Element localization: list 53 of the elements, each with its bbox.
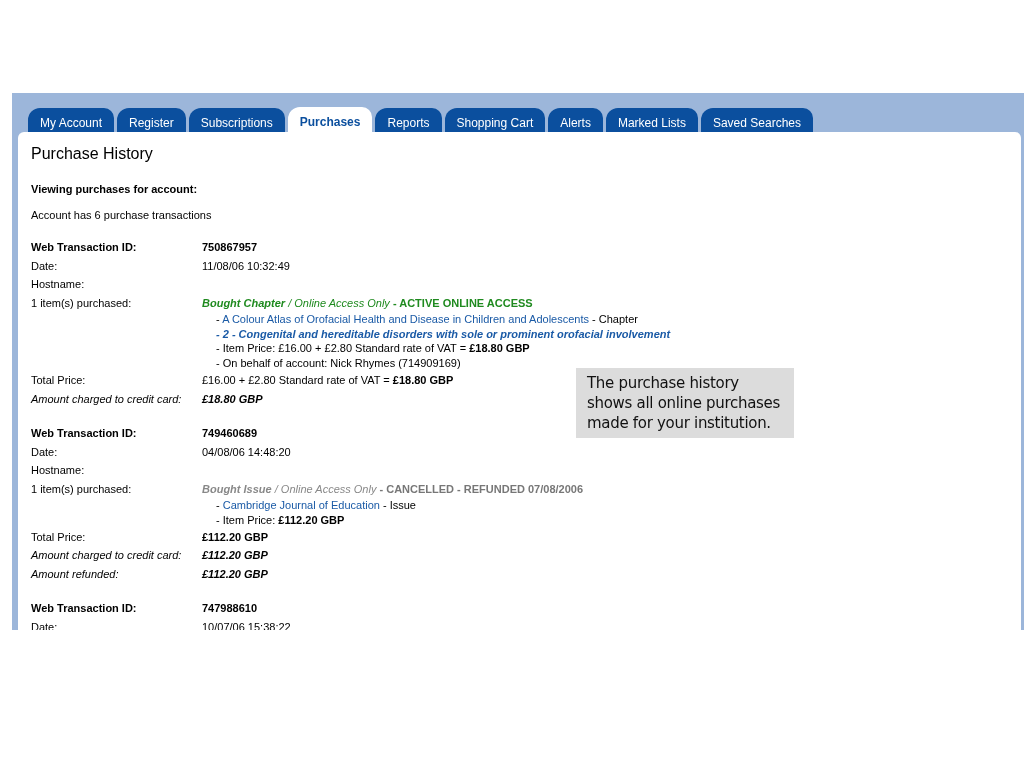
nav-tab[interactable]: Register — [117, 108, 186, 132]
field-label: 1 item(s) purchased: — [31, 295, 133, 311]
field-label: Total Price: — [31, 372, 87, 388]
detail-text: - — [216, 498, 220, 511]
field-label: Date: — [31, 258, 59, 274]
purchase-type: Bought Chapter — [202, 296, 286, 309]
field-label: Hostname: — [31, 277, 86, 293]
detail-text: - Chapter — [592, 312, 638, 325]
field-value: £112.20 GBP — [202, 549, 268, 562]
nav-tab[interactable]: Shopping Cart — [444, 108, 546, 132]
nav-tab[interactable]: Marked Lists — [605, 108, 698, 132]
field-label: Amount charged to credit card: — [31, 391, 183, 407]
detail-text: - Issue — [382, 498, 416, 511]
field-label: Total Price: — [31, 529, 87, 545]
chapter-title: - 2 - Congenital and hereditable disorders with sole or prominent orofacial involvement — [216, 327, 671, 340]
nav-tab[interactable]: Saved Searches — [700, 108, 813, 132]
page-heading: Purchase History — [31, 145, 154, 163]
nav-tab[interactable]: Subscriptions — [188, 108, 285, 132]
nav-tab[interactable]: Alerts — [548, 108, 603, 132]
field-value: 749460689 — [202, 427, 258, 440]
field-value: £18.80 GBP — [202, 392, 263, 405]
nav-tab[interactable]: Purchases — [287, 107, 373, 132]
field-value: 11/08/06 10:32:49 — [202, 259, 290, 272]
title-link[interactable]: Cambridge Journal of Education — [222, 498, 380, 511]
access-status: - CANCELLED - REFUNDED 07/08/2006 — [379, 482, 584, 495]
account-label: Viewing purchases for account: — [31, 183, 198, 195]
detail-text: - Item Price: £16.00 + £2.80 Standard rate of VAT = £18.80 GBP — [216, 342, 530, 355]
field-label: Hostname: — [31, 463, 86, 479]
field-label: 1 item(s) purchased: — [31, 481, 133, 497]
field-label: Web Transaction ID: — [31, 240, 138, 255]
field-value: 04/08/06 14:48:20 — [202, 445, 291, 458]
title-link[interactable]: A Colour Atlas of Orofacial Health and Disease in Children and Adolescents — [222, 312, 589, 325]
nav-tab[interactable]: Reports — [375, 108, 442, 132]
detail-text: - Item Price: £112.20 GBP — [216, 513, 345, 526]
field-value: 750867957 — [202, 241, 258, 253]
access-status: - ACTIVE ONLINE ACCESS — [392, 296, 533, 309]
nav-tab[interactable]: My Account — [28, 108, 115, 132]
field-value: 747988610 — [202, 602, 258, 615]
field-label: Amount refunded: — [31, 566, 120, 582]
field-label: Web Transaction ID: — [31, 426, 138, 442]
purchase-type: Bought Issue — [202, 482, 272, 495]
field-value: £112.20 GBP — [202, 567, 268, 580]
field-value: £16.00 + £2.80 Standard rate of VAT = £18.80 GBP — [202, 373, 454, 386]
callout-note: The purchase history shows all online purchases made for your institution. — [576, 368, 794, 438]
transaction-count: Account has 6 purchase transactions — [31, 209, 213, 221]
access-type: / Online Access Only — [288, 296, 390, 309]
field-label: Date: — [31, 444, 59, 460]
access-type: / Online Access Only — [274, 482, 377, 495]
field-value: £112.20 GBP — [202, 530, 269, 543]
field-label: Amount charged to credit card: — [31, 548, 183, 564]
detail-text: - On behalf of account: Nick Rhymes (714909169) — [216, 357, 461, 370]
field-label: Web Transaction ID: — [31, 601, 138, 617]
detail-text: - — [216, 312, 220, 325]
